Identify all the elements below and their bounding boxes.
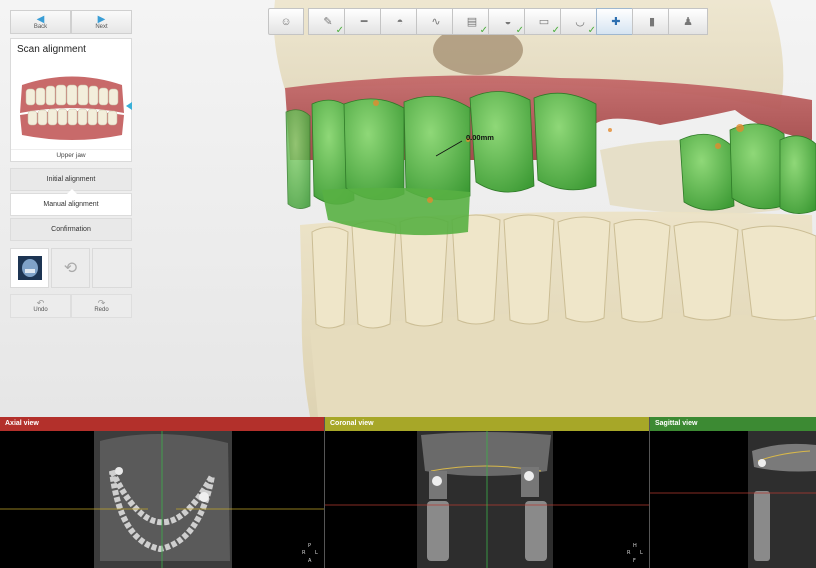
crop-icon: ▭ (538, 16, 550, 28)
workflow-step-scanner[interactable]: ━ (344, 8, 384, 35)
step-complete-check-icon: ✓ (479, 25, 488, 36)
arch-icon: ◡ (575, 16, 585, 28)
doctor-icon: ♟ (683, 16, 693, 28)
reset-icon: ⟲ (63, 260, 78, 277)
coronal-orient-left: R (627, 550, 631, 556)
tooth-icon: ◒ (504, 15, 512, 28)
sagittal-ct-image (650, 431, 816, 568)
axial-view-pane[interactable]: Axial view P R L A (0, 417, 325, 568)
coronal-view-pane[interactable]: Coronal view H R L F (325, 417, 650, 568)
workflow-step-alignment[interactable]: ✚ (596, 8, 636, 35)
left-panel: ◀ Back ▶ Next Scan alignment Upper jaw I… (10, 10, 132, 318)
axial-orient-right: L (315, 550, 318, 556)
workflow-step-nerve[interactable]: ∿ (416, 8, 456, 35)
ct-views: Axial view P R L A Coronal view H R L F … (0, 417, 816, 568)
back-label: Back (33, 23, 48, 30)
selected-jaw-indicator (126, 102, 132, 110)
step-complete-check-icon: ✓ (587, 25, 596, 36)
sagittal-view-header: Sagittal view (650, 417, 816, 431)
scanner-icon: ━ (360, 16, 368, 28)
scan-alignment-card: Scan alignment Upper jaw (10, 38, 132, 162)
upper-jaw-model-image[interactable] (12, 63, 132, 143)
coronal-ct-image (325, 431, 649, 568)
next-label: Next (95, 23, 108, 30)
axial-orient-top: P (308, 543, 312, 549)
workflow-step-patient[interactable]: ☺ (268, 8, 304, 35)
nerve-icon: ∿ (431, 16, 441, 28)
nav-row: ◀ Back ▶ Next (10, 10, 132, 34)
axial-ct-image (0, 431, 324, 568)
undo-button[interactable]: ↶ Undo (10, 294, 71, 318)
step-complete-check-icon: ✓ (335, 25, 344, 36)
step-complete-check-icon: ✓ (515, 25, 524, 36)
initial-alignment-button[interactable]: Initial alignment (10, 168, 132, 191)
coronal-orient-top: H (633, 543, 637, 549)
redo-button[interactable]: ↷ Redo (71, 294, 132, 318)
coronal-orient-bottom: F (633, 558, 636, 564)
history-row: ↶ Undo ↷ Redo (10, 294, 132, 318)
scan-import-icon: ▤ (466, 16, 478, 28)
ct-scan-thumbnail[interactable] (10, 248, 49, 288)
workflow-step-tooth[interactable]: ◒ ✓ (488, 8, 528, 36)
reset-button[interactable]: ⟲ (51, 248, 90, 288)
workflow-step-scan-import[interactable]: ▤ ✓ (452, 8, 492, 36)
workflow-toolbar: ☺ ✎ ✓ ━ ◓ ∿ ▤ ✓ ◒ ✓ ▭ ✓ ◡ ✓ ✚ ▮ ♟ (268, 8, 708, 36)
manual-alignment-button[interactable]: Manual alignment (10, 189, 132, 216)
undo-icon: ↶ (36, 298, 45, 308)
workflow-step-arch[interactable]: ◡ ✓ (560, 8, 600, 36)
axial-view-header: Axial view (0, 417, 324, 431)
empty-tool-slot (92, 248, 132, 288)
sagittal-view-pane[interactable]: Sagittal view (650, 417, 816, 568)
step-complete-check-icon: ✓ (551, 25, 560, 36)
prescription-icon: ✎ (323, 16, 333, 28)
alignment-icon: ✚ (611, 16, 621, 28)
coronal-orient-right: L (640, 550, 643, 556)
xray-icon (17, 256, 42, 280)
tool-thumbnails: ⟲ (10, 248, 132, 288)
arrow-left-icon: ◀ (36, 13, 45, 25)
axial-orient-left: R (302, 550, 306, 556)
redo-label: Redo (94, 307, 109, 313)
bell-implant-icon: ◓ (396, 15, 404, 28)
implant-icon: ▮ (648, 16, 656, 28)
next-button[interactable]: ▶ Next (71, 10, 132, 34)
undo-label: Undo (33, 307, 48, 313)
workflow-step-prescription[interactable]: ✎ ✓ (308, 8, 348, 36)
workflow-step-bell-implant[interactable]: ◓ (380, 8, 420, 35)
redo-icon: ↷ (97, 298, 106, 308)
workflow-step-crop[interactable]: ▭ ✓ (524, 8, 564, 36)
distance-measurement: 0.00mm (466, 133, 494, 142)
coronal-view-header: Coronal view (325, 417, 649, 431)
scan-alignment-title: Scan alignment (17, 44, 86, 55)
arrow-right-icon: ▶ (97, 13, 106, 25)
confirmation-button[interactable]: Confirmation (10, 218, 132, 241)
back-button[interactable]: ◀ Back (10, 10, 71, 34)
workflow-step-doctor[interactable]: ♟ (668, 8, 708, 35)
patient-icon: ☺ (280, 15, 292, 28)
axial-orient-bottom: A (308, 558, 312, 564)
jaw-label: Upper jaw (11, 149, 131, 161)
workflow-step-implant[interactable]: ▮ (632, 8, 672, 35)
